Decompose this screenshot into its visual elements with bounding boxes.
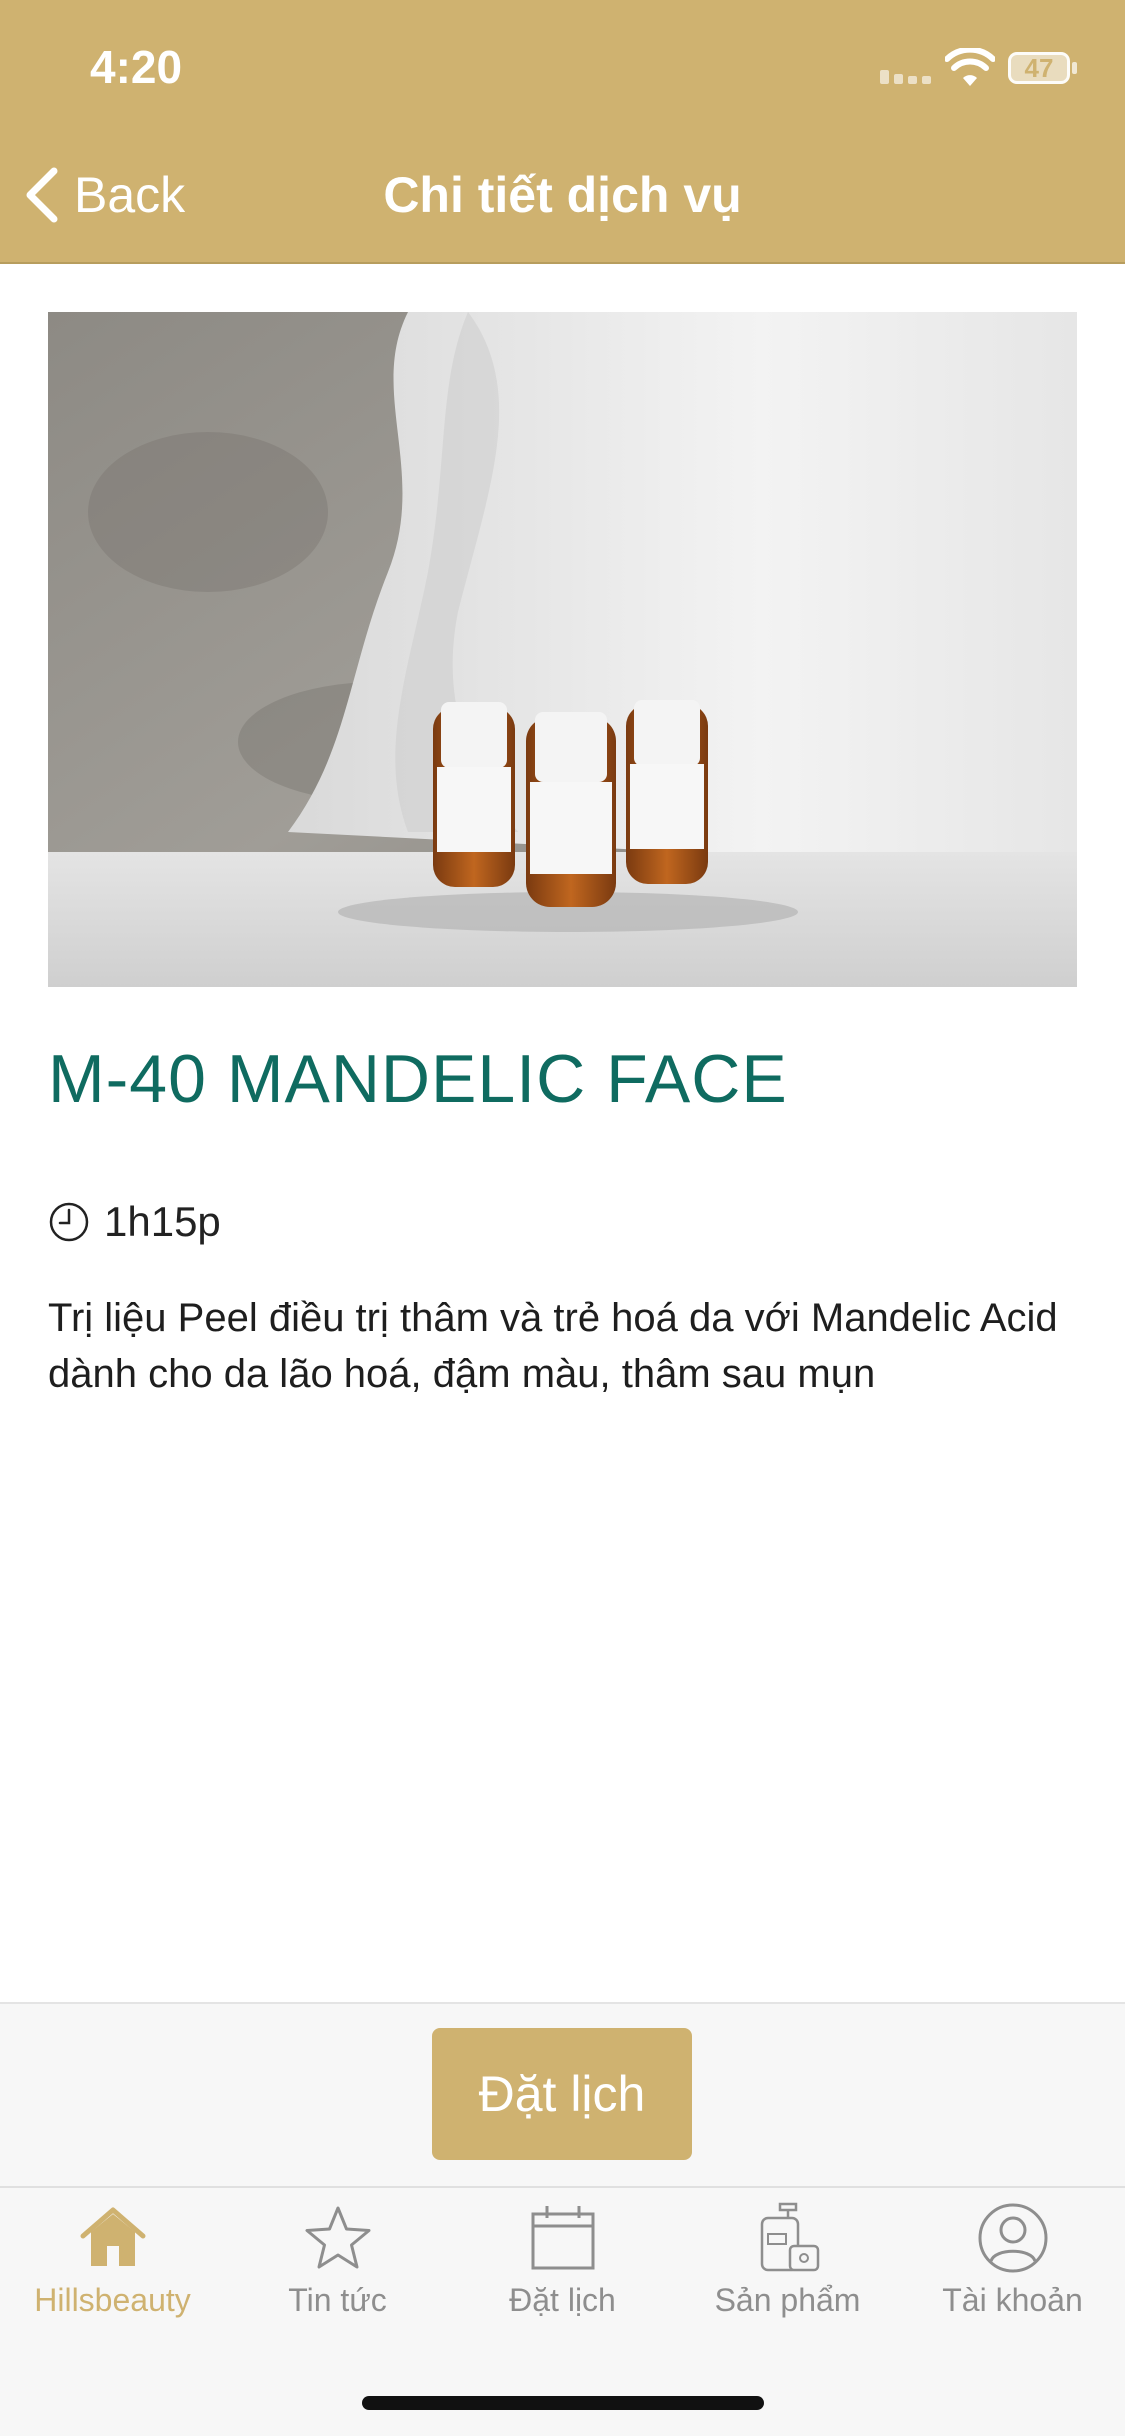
page-title: Chi tiết dịch vụ [383, 167, 742, 223]
bottle-middle [526, 712, 616, 907]
book-appointment-button[interactable]: Đặt lịch [432, 2028, 692, 2160]
tab-hillsbeauty[interactable]: Hillsbeauty [0, 2202, 225, 2362]
tab-label: Tài khoản [942, 2282, 1083, 2318]
home-icon [80, 2207, 145, 2266]
wifi-icon [945, 48, 995, 86]
duration-text: 1h15p [104, 1198, 221, 1245]
product-photo [48, 312, 1077, 987]
status-time: 4:20 [90, 41, 183, 93]
battery-icon: 47 [1008, 52, 1070, 84]
star-icon [305, 2206, 370, 2269]
calendar-icon [531, 2206, 594, 2270]
tab-account[interactable]: Tài khoản [900, 2202, 1125, 2362]
booking-bar: Đặt lịch [0, 2002, 1125, 2186]
service-title: M-40 MANDELIC FACE [48, 1041, 788, 1117]
battery-tip [1072, 62, 1077, 74]
tab-booking[interactable]: Đặt lịch [450, 2202, 675, 2362]
service-description: Trị liệu Peel điều trị thâm và trẻ hoá d… [48, 1296, 1058, 1396]
tab-products[interactable]: Sản phẩm [675, 2202, 900, 2362]
navigation-bar: Back Chi tiết dịch vụ [0, 130, 1125, 264]
tab-label: Sản phẩm [714, 2282, 861, 2318]
tab-news[interactable]: Tin tức [225, 2202, 450, 2362]
home-indicator[interactable] [362, 2396, 764, 2410]
duration-row: 1h15p [48, 1198, 221, 1246]
service-image [48, 312, 1077, 987]
tab-label: Hillsbeauty [34, 2282, 191, 2318]
tab-label: Đặt lịch [509, 2282, 616, 2318]
bottle-right [626, 700, 708, 884]
products-icon [760, 2202, 819, 2272]
clock-icon [49, 1202, 89, 1242]
cellular-signal-icon [880, 70, 931, 84]
status-bar: 4:20 47 [0, 0, 1125, 130]
account-icon [978, 2203, 1047, 2273]
tab-label: Tin tức [288, 2282, 387, 2318]
bottle-left [433, 702, 515, 887]
